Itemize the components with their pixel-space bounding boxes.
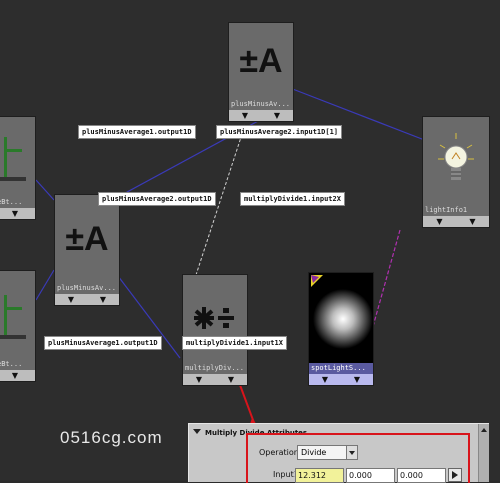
plus-minus-average-icon: ±A bbox=[239, 42, 283, 80]
connection-label: plusMinusAverage1.output1D bbox=[44, 336, 162, 350]
wire-left-bot-to-pm-mid[interactable] bbox=[35, 269, 55, 301]
hypergraph-canvas[interactable]: eBt... ▼ eBt... ▼ ±A plusMinusAv... ▼▼ ±… bbox=[0, 0, 500, 483]
wire-left-top-to-pm-mid[interactable] bbox=[35, 179, 55, 201]
node-label: spotLightS... bbox=[309, 363, 373, 374]
light-bulb-icon bbox=[438, 133, 474, 180]
wire-spotlight-to-light[interactable] bbox=[371, 229, 401, 331]
node-left-bottom[interactable]: eBt... ▼ bbox=[0, 270, 36, 382]
node-plus-minus-average-mid[interactable]: ±A plusMinusAv... ▼ ▼ bbox=[54, 194, 120, 306]
collapse-arrow-icon[interactable] bbox=[193, 429, 201, 434]
node-left-top[interactable]: eBt... ▼ bbox=[0, 116, 36, 220]
connection-label: plusMinusAverage2.output1D bbox=[98, 192, 216, 206]
node-label: multiplyDiv... bbox=[183, 363, 247, 374]
node-ports[interactable]: ▼ ▼ bbox=[183, 374, 247, 385]
node-label: lightInfo1 bbox=[423, 205, 489, 216]
node-ports[interactable]: ▼ ▼ bbox=[55, 294, 119, 305]
spotlight-preview-icon bbox=[309, 273, 373, 363]
node-ports[interactable]: ▼ ▼ bbox=[229, 110, 293, 121]
node-icon bbox=[423, 117, 489, 205]
node-icon bbox=[0, 271, 35, 359]
node-icon: ±A bbox=[55, 195, 119, 283]
stand-icon bbox=[0, 295, 26, 339]
node-label: plusMinusAv... bbox=[229, 99, 293, 110]
node-label: eBt... bbox=[0, 359, 35, 370]
multiply-divide-icon bbox=[194, 307, 234, 329]
node-icon: ±A bbox=[229, 23, 293, 99]
connection-label: multiplyDivide1.input2X bbox=[240, 192, 345, 206]
watermark-text: 0516cg.com bbox=[60, 428, 163, 447]
node-ports[interactable]: ▼ bbox=[0, 370, 35, 381]
node-ports[interactable]: ▼ ▼ bbox=[309, 374, 373, 385]
connection-label: multiplyDivide1.input1X bbox=[182, 336, 287, 350]
node-multiply-divide[interactable]: multiplyDiv... ▼ ▼ bbox=[182, 274, 248, 386]
node-ports[interactable]: ▼ bbox=[0, 208, 35, 219]
node-icon bbox=[309, 273, 373, 363]
node-label: eBt... bbox=[0, 197, 35, 208]
connection-label: plusMinusAverage2.input1D[1] bbox=[216, 125, 343, 139]
stand-icon bbox=[0, 137, 26, 181]
node-ports[interactable]: ▼ ▼ bbox=[423, 216, 489, 227]
scrollbar[interactable] bbox=[478, 424, 489, 482]
connection-label: plusMinusAverage1.output1D bbox=[78, 125, 196, 139]
node-label: plusMinusAv... bbox=[55, 283, 119, 294]
node-light-info[interactable]: lightInfo1 ▼ ▼ bbox=[422, 116, 490, 228]
node-plus-minus-average-top[interactable]: ±A plusMinusAv... ▼ ▼ bbox=[228, 22, 294, 122]
plus-minus-average-icon: ±A bbox=[65, 220, 109, 258]
node-icon bbox=[0, 117, 35, 197]
highlight-box bbox=[246, 433, 470, 483]
node-spot-light[interactable]: spotLightS... ▼ ▼ bbox=[308, 272, 374, 386]
